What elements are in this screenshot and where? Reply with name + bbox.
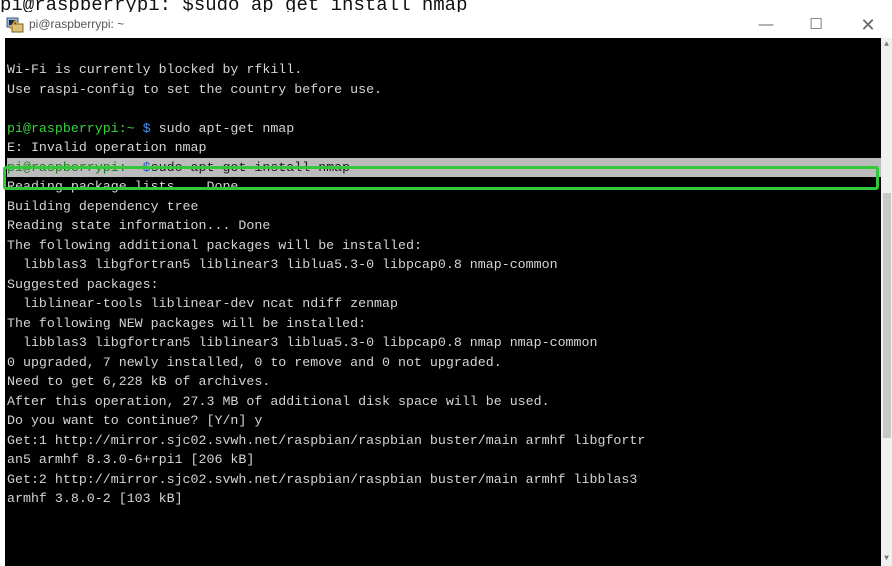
output-text: Do you want to continue? [Y/n] y <box>7 413 263 428</box>
output-text: Suggested packages: <box>7 276 159 292</box>
maximize-button[interactable]: ☐ <box>796 14 836 36</box>
terminal-line: Do you want to continue? [Y/n] y <box>7 411 881 431</box>
output-text: armhf 3.8.0-2 [103 kB] <box>7 491 183 506</box>
terminal-line: pi@raspberrypi:~ $ sudo apt-get nmap <box>7 119 881 139</box>
output-text: The following additional packages will b… <box>7 237 422 253</box>
shell-prompt: pi@raspberrypi:~ <box>7 159 135 175</box>
prompt-symbol: $ <box>134 120 151 136</box>
terminal-line: Reading package lists... Done <box>7 177 881 197</box>
title-bar[interactable]: pi@raspberrypi: ~ — ☐ ✕ <box>0 12 892 38</box>
minimize-button[interactable]: — <box>746 14 786 36</box>
terminal-line: liblinear-tools liblinear-dev ncat ndiff… <box>7 294 881 314</box>
terminal-line: 0 upgraded, 7 newly installed, 0 to remo… <box>7 353 881 373</box>
vertical-scrollbar[interactable]: ▲ ▼ <box>881 38 892 566</box>
output-text: E: Invalid operation nmap <box>7 140 207 155</box>
terminal-line: After this operation, 27.3 MB of additio… <box>7 392 881 412</box>
scroll-thumb[interactable] <box>883 193 891 438</box>
window-title: pi@raspberrypi: ~ <box>29 17 125 31</box>
terminal-line: armhf 3.8.0-2 [103 kB] <box>7 489 881 509</box>
output-text: Get:2 http://mirror.sjc02.svwh.net/raspb… <box>7 471 638 487</box>
scroll-up-arrow-icon[interactable]: ▲ <box>881 38 892 52</box>
output-text: After this operation, 27.3 MB of additio… <box>7 393 550 409</box>
terminal-line: E: Invalid operation nmap <box>7 138 881 158</box>
terminal-line: The following additional packages will b… <box>7 236 881 256</box>
output-text: Wi-Fi is currently blocked by rfkill. <box>7 62 303 77</box>
output-text: libblas3 libgfortran5 liblinear3 liblua5… <box>7 335 598 350</box>
output-text: 0 upgraded, 7 newly installed, 0 to remo… <box>7 354 502 370</box>
terminal-lines: Wi-Fi is currently blocked by rfkill. Use… <box>7 60 881 509</box>
output-text: Reading package lists... Done <box>7 179 239 194</box>
output-text: The following NEW packages will be insta… <box>7 315 367 331</box>
putty-icon <box>6 17 24 33</box>
output-text: Use raspi-config to set the country befo… <box>7 81 383 97</box>
terminal-line: Wi-Fi is currently blocked by rfkill. <box>7 60 881 80</box>
terminal-line: libblas3 libgfortran5 liblinear3 liblua5… <box>7 255 881 275</box>
terminal-line: libblas3 libgfortran5 liblinear3 liblua5… <box>7 333 881 353</box>
output-text: Get:1 http://mirror.sjc02.svwh.net/raspb… <box>7 432 646 448</box>
terminal-line: Need to get 6,228 kB of archives. <box>7 372 881 392</box>
output-text: an5 armhf 8.3.0-6+rpi1 [206 kB] <box>7 452 255 467</box>
terminal-line: Building dependency tree <box>7 197 881 217</box>
terminal-line: Reading state information... Done <box>7 216 881 236</box>
terminal-line: Use raspi-config to set the country befo… <box>7 80 881 100</box>
terminal-line: Suggested packages: <box>7 275 881 295</box>
prompt-symbol: $ <box>134 159 151 175</box>
terminal-window: pi@raspberrypi: $sudo ap get install nma… <box>0 0 892 566</box>
output-text: liblinear-tools liblinear-dev ncat ndiff… <box>7 296 398 311</box>
shell-prompt: pi@raspberrypi:~ <box>7 120 135 136</box>
terminal-output[interactable]: Wi-Fi is currently blocked by rfkill. Use… <box>5 38 881 566</box>
output-text: Need to get 6,228 kB of archives. <box>7 374 271 389</box>
output-text: libblas3 libgfortran5 liblinear3 liblua5… <box>7 257 558 272</box>
terminal-line: an5 armhf 8.3.0-6+rpi1 [206 kB] <box>7 450 881 470</box>
scroll-down-arrow-icon[interactable]: ▼ <box>881 552 892 566</box>
close-button[interactable]: ✕ <box>848 14 888 36</box>
terminal-line: The following NEW packages will be insta… <box>7 314 881 334</box>
output-text: Building dependency tree <box>7 198 199 214</box>
terminal-line-selected: pi@raspberrypi:~ $sudo apt-get install n… <box>7 157 881 177</box>
output-text: Reading state information... Done <box>7 218 271 233</box>
command-text: sudo apt-get nmap <box>150 120 295 136</box>
terminal-line: Get:1 http://mirror.sjc02.svwh.net/raspb… <box>7 431 881 451</box>
terminal-line: Get:2 http://mirror.sjc02.svwh.net/raspb… <box>7 470 881 490</box>
command-text: sudo apt-get install nmap <box>150 159 351 175</box>
